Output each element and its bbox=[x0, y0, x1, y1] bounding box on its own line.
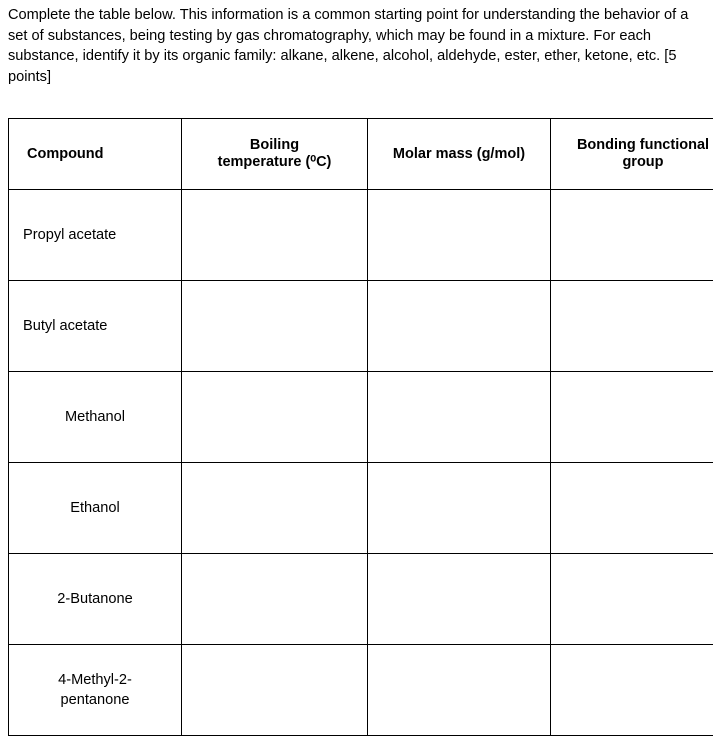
column-header-molar-label: Molar mass (g/mol) bbox=[393, 146, 525, 162]
molar-mass-cell[interactable] bbox=[368, 463, 551, 554]
column-header-molar-mass: Molar mass (g/mol) bbox=[368, 119, 551, 190]
compound-table-container: Compound Boiling temperature (⁰C) Molar … bbox=[8, 118, 707, 736]
compound-name-line1: 2-Butanone bbox=[57, 591, 132, 607]
bonding-functional-group-cell[interactable] bbox=[551, 463, 713, 554]
compound-name-line1: Butyl acetate bbox=[23, 318, 107, 334]
table-body: Propyl acetate Butyl acetate M bbox=[9, 190, 713, 736]
table-row: Ethanol bbox=[9, 463, 713, 554]
compound-name-line1: Propyl acetate bbox=[23, 227, 116, 243]
table-row: 4-Methyl-2- pentanone bbox=[9, 645, 713, 736]
bonding-functional-group-cell[interactable] bbox=[551, 281, 713, 372]
compound-name-line1: Methanol bbox=[65, 409, 125, 425]
bonding-functional-group-cell[interactable] bbox=[551, 372, 713, 463]
column-header-boiling-line1: Boiling bbox=[250, 137, 299, 153]
compound-name-line2: pentanone bbox=[61, 692, 130, 708]
table-header-row: Compound Boiling temperature (⁰C) Molar … bbox=[9, 119, 713, 190]
bonding-functional-group-cell[interactable] bbox=[551, 554, 713, 645]
column-header-bonding-functional-group: Bonding functional group bbox=[551, 119, 713, 190]
compound-name-cell: Propyl acetate bbox=[9, 190, 182, 281]
compound-name-cell: 4-Methyl-2- pentanone bbox=[9, 645, 182, 736]
boiling-temperature-cell[interactable] bbox=[182, 463, 368, 554]
molar-mass-cell[interactable] bbox=[368, 645, 551, 736]
boiling-temperature-cell[interactable] bbox=[182, 554, 368, 645]
molar-mass-cell[interactable] bbox=[368, 281, 551, 372]
molar-mass-cell[interactable] bbox=[368, 372, 551, 463]
column-header-bonding-line1: Bonding functional bbox=[577, 137, 709, 153]
worksheet-page: Complete the table below. This informati… bbox=[0, 0, 713, 731]
boiling-temperature-cell[interactable] bbox=[182, 281, 368, 372]
molar-mass-cell[interactable] bbox=[368, 190, 551, 281]
bonding-functional-group-cell[interactable] bbox=[551, 190, 713, 281]
compound-name-cell: 2-Butanone bbox=[9, 554, 182, 645]
bonding-functional-group-cell[interactable] bbox=[551, 645, 713, 736]
column-header-bonding-line2: group bbox=[551, 154, 713, 171]
compound-name-cell: Butyl acetate bbox=[9, 281, 182, 372]
compound-name-line1: Ethanol bbox=[70, 500, 120, 516]
compound-name-cell: Ethanol bbox=[9, 463, 182, 554]
column-header-compound-label: Compound bbox=[27, 146, 104, 162]
table-header: Compound Boiling temperature (⁰C) Molar … bbox=[9, 119, 713, 190]
compound-name-cell: Methanol bbox=[9, 372, 182, 463]
question-instructions: Complete the table below. This informati… bbox=[8, 5, 708, 87]
boiling-temperature-cell[interactable] bbox=[182, 645, 368, 736]
molar-mass-cell[interactable] bbox=[368, 554, 551, 645]
column-header-boiling-temperature: Boiling temperature (⁰C) bbox=[182, 119, 368, 190]
table-row: Butyl acetate bbox=[9, 281, 713, 372]
boiling-temperature-cell[interactable] bbox=[182, 372, 368, 463]
column-header-boiling-line2: temperature (⁰C) bbox=[182, 154, 367, 171]
table-row: Propyl acetate bbox=[9, 190, 713, 281]
boiling-temperature-cell[interactable] bbox=[182, 190, 368, 281]
compound-name-line1: 4-Methyl-2- bbox=[58, 672, 132, 688]
column-header-compound: Compound bbox=[9, 119, 182, 190]
compound-table: Compound Boiling temperature (⁰C) Molar … bbox=[8, 118, 713, 736]
table-row: 2-Butanone bbox=[9, 554, 713, 645]
table-row: Methanol bbox=[9, 372, 713, 463]
